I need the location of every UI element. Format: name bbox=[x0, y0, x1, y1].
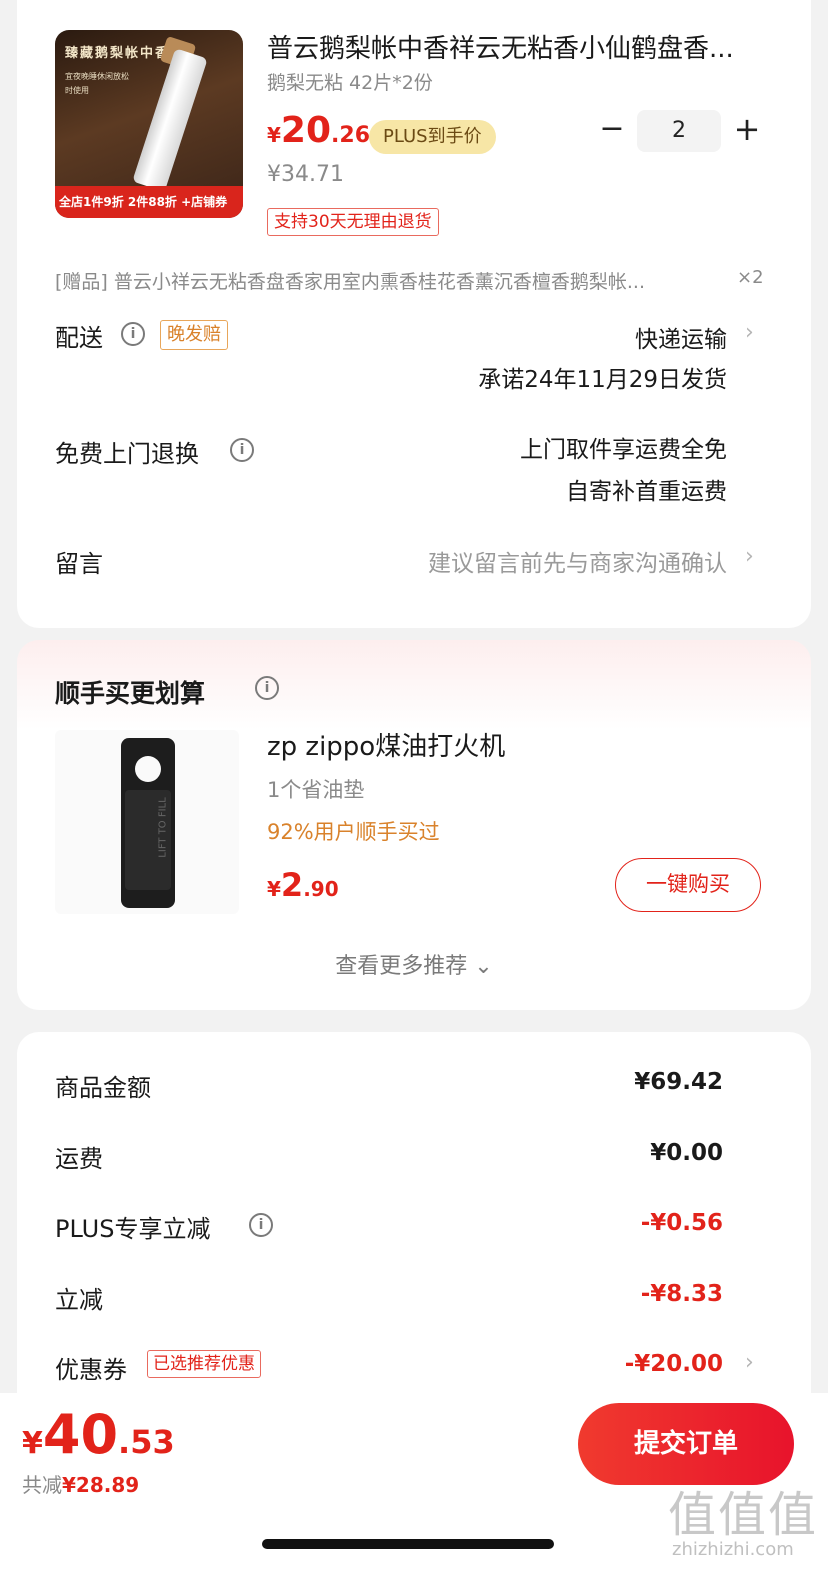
chevron-right-icon[interactable]: › bbox=[745, 320, 754, 345]
shipping-promise: 承诺24年11月29日发货 bbox=[478, 367, 727, 393]
price-currency: ¥ bbox=[267, 123, 281, 147]
more-recommendations-link[interactable]: 查看更多推荐 ⌄ bbox=[17, 948, 811, 980]
total-saved: 共减¥28.89 bbox=[22, 1469, 139, 1498]
product-image-subtitle: 宜夜晚睡休闲放松时使用 bbox=[65, 72, 129, 95]
coupon-recommended-badge: 已选推荐优惠 bbox=[147, 1350, 261, 1378]
instant-discount-label: 立减 bbox=[55, 1286, 103, 1314]
price-integer: 20 bbox=[280, 110, 332, 151]
product-spec[interactable]: 鹅梨无粘 42片*2份 bbox=[267, 68, 433, 95]
instant-discount-value: -¥8.33 bbox=[640, 1281, 723, 1307]
recommendation-title: 顺手买更划算 bbox=[55, 679, 206, 708]
info-icon[interactable]: i bbox=[249, 1213, 273, 1237]
delivery-label: 配送 bbox=[55, 324, 103, 352]
message-label: 留言 bbox=[55, 550, 103, 578]
shipping-fee-value: ¥0.00 bbox=[650, 1140, 723, 1166]
recommended-item-spec: 1个省油垫 bbox=[267, 778, 365, 802]
goods-amount-value: ¥69.42 bbox=[634, 1069, 723, 1095]
saved-label: 共减 bbox=[22, 1473, 62, 1497]
saved-amount: ¥28.89 bbox=[62, 1473, 140, 1497]
order-summary-card: 商品金额 ¥69.42 运费 ¥0.00 PLUS专享立减 i -¥0.56 立… bbox=[17, 1032, 811, 1432]
delivery-method[interactable]: 快递运输 bbox=[635, 320, 727, 354]
watermark-url: zhizhizhi.com bbox=[672, 1539, 794, 1560]
late-shipment-compensation-badge: 晚发赔 bbox=[160, 320, 228, 350]
plus-discount-label: PLUS专享立减 bbox=[55, 1215, 211, 1243]
price-currency: ¥ bbox=[267, 877, 281, 901]
price-decimal: .26 bbox=[331, 123, 371, 148]
product-card: 臻藏鹅梨帐中香 宜夜晚睡休闲放松时使用 全店1件9折 2件88折 +店铺券 普云… bbox=[17, 0, 811, 628]
shipping-fee-label: 运费 bbox=[55, 1145, 103, 1173]
order-total: ¥40.53 bbox=[22, 1403, 175, 1466]
product-price: ¥20.26 bbox=[267, 110, 370, 151]
product-image[interactable]: 臻藏鹅梨帐中香 宜夜晚睡休闲放松时使用 全店1件9折 2件88折 +店铺券 bbox=[55, 30, 243, 218]
price-integer: 2 bbox=[280, 866, 304, 904]
checkout-bar: ¥40.53 共减¥28.89 提交订单 值值值 zhizhizhi.com bbox=[0, 1393, 828, 1593]
return-policy-badge: 支持30天无理由退货 bbox=[267, 208, 439, 236]
home-indicator[interactable] bbox=[262, 1539, 554, 1549]
info-icon[interactable]: i bbox=[255, 676, 279, 700]
lighter-product-image[interactable]: LIFT TO FILL bbox=[55, 730, 239, 914]
free-return-line2: 自寄补首重运费 bbox=[566, 479, 727, 505]
goods-amount-label: 商品金额 bbox=[55, 1074, 151, 1102]
product-image-promo-band: 全店1件9折 2件88折 +店铺券 bbox=[55, 186, 243, 218]
total-decimal: .53 bbox=[118, 1423, 175, 1461]
free-return-label: 免费上门退换 bbox=[55, 440, 199, 468]
info-icon[interactable]: i bbox=[230, 438, 254, 462]
gift-item-text[interactable]: [赠品] 普云小祥云无粘香盘香家用室内熏香桂花香薰沉香檀香鹅梨帐... bbox=[55, 267, 645, 294]
watermark-logo: 值值值 bbox=[668, 1487, 819, 1543]
chevron-right-icon[interactable]: › bbox=[745, 1350, 754, 1375]
quantity-decrease-button[interactable]: − bbox=[597, 110, 627, 150]
recommended-item-name[interactable]: zp zippo煤油打火机 bbox=[267, 726, 505, 763]
coupon-value[interactable]: -¥20.00 bbox=[625, 1351, 723, 1377]
quantity-increase-button[interactable]: + bbox=[731, 110, 763, 150]
lighter-hole bbox=[135, 756, 161, 782]
total-integer: 40 bbox=[42, 1403, 119, 1466]
original-price: ¥34.71 bbox=[267, 162, 344, 187]
lighter-label: LIFT TO FILL bbox=[157, 797, 169, 858]
one-click-buy-button[interactable]: 一键购买 bbox=[615, 858, 761, 912]
recommendation-card: 顺手买更划算 i LIFT TO FILL zp zippo煤油打火机 1个省油… bbox=[17, 640, 811, 1010]
price-decimal: .90 bbox=[303, 877, 339, 901]
quantity-input[interactable]: 2 bbox=[637, 110, 721, 152]
coupon-label: 优惠券 bbox=[55, 1356, 127, 1384]
message-input[interactable]: 建议留言前先与商家沟通确认 bbox=[428, 544, 727, 578]
recommended-item-bought-rate: 92%用户顺手买过 bbox=[267, 820, 440, 844]
chevron-right-icon[interactable]: › bbox=[745, 544, 754, 569]
free-return-line1: 上门取件享运费全免 bbox=[520, 437, 727, 463]
recommended-item-price: ¥2.90 bbox=[267, 866, 339, 904]
total-currency: ¥ bbox=[22, 1426, 43, 1461]
gift-item-count: ×2 bbox=[737, 267, 764, 288]
info-icon[interactable]: i bbox=[121, 322, 145, 346]
incense-tube bbox=[132, 48, 208, 192]
plus-price-badge: PLUS到手价 bbox=[369, 120, 496, 154]
product-image-title: 臻藏鹅梨帐中香 bbox=[65, 46, 171, 61]
plus-discount-value: -¥0.56 bbox=[640, 1210, 723, 1236]
product-title[interactable]: 普云鹅梨帐中香祥云无粘香小仙鹤盘香... bbox=[267, 28, 734, 65]
submit-order-button[interactable]: 提交订单 bbox=[578, 1403, 794, 1485]
